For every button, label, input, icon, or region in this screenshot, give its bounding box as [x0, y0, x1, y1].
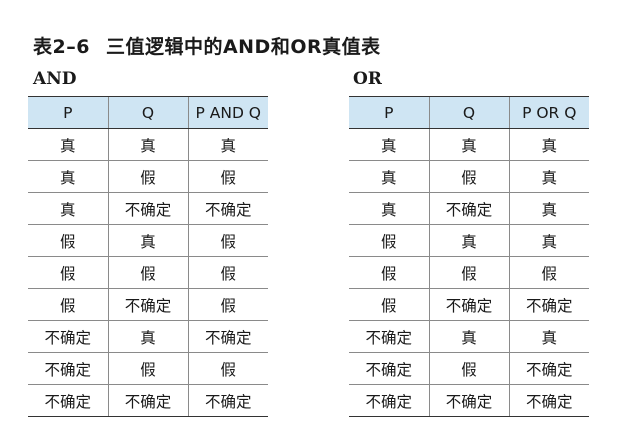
cell-q: 假	[428, 256, 509, 289]
cell-result: 真	[187, 128, 268, 161]
cell-result: 假	[187, 256, 268, 289]
table-row: 真 假 真	[349, 160, 589, 193]
cell-result: 真	[508, 192, 589, 225]
cell-p: 假	[28, 288, 108, 321]
table-row: 真 假 假	[28, 160, 268, 193]
cell-q: 真	[107, 224, 188, 257]
cell-q: 真	[107, 320, 188, 353]
cell-q: 假	[107, 160, 188, 193]
cell-p: 假	[349, 288, 429, 321]
and-table-label: AND	[33, 69, 77, 89]
cell-result: 不确定	[187, 384, 268, 417]
cell-p: 不确定	[349, 352, 429, 385]
cell-p: 真	[349, 160, 429, 193]
cell-result: 假	[187, 160, 268, 193]
cell-p: 不确定	[28, 320, 108, 353]
or-header-result: P OR Q	[508, 96, 589, 129]
cell-result: 假	[187, 352, 268, 385]
table-row: 假 假 假	[28, 256, 268, 289]
cell-q: 不确定	[107, 384, 188, 417]
cell-p: 不确定	[28, 352, 108, 385]
table-row: 不确定 真 不确定	[28, 320, 268, 353]
cell-p: 不确定	[349, 320, 429, 353]
table-row: 真 不确定 真	[349, 192, 589, 225]
table-row: 假 真 假	[28, 224, 268, 257]
cell-result: 不确定	[508, 384, 589, 417]
cell-q: 不确定	[107, 288, 188, 321]
cell-q: 真	[428, 320, 509, 353]
table-row: 假 真 真	[349, 224, 589, 257]
and-header-row: P Q P AND Q	[28, 96, 268, 129]
table-row: 假 假 假	[349, 256, 589, 289]
table-row: 不确定 假 不确定	[349, 352, 589, 385]
table-row: 假 不确定 假	[28, 288, 268, 321]
cell-q: 不确定	[428, 288, 509, 321]
cell-p: 假	[349, 224, 429, 257]
cell-p: 不确定	[28, 384, 108, 417]
cell-q: 假	[107, 352, 188, 385]
cell-q: 假	[107, 256, 188, 289]
cell-q: 真	[428, 128, 509, 161]
or-table-label: OR	[353, 69, 382, 89]
table-row: 假 不确定 不确定	[349, 288, 589, 321]
table-row: 不确定 真 真	[349, 320, 589, 353]
cell-p: 真	[349, 192, 429, 225]
cell-result: 真	[508, 224, 589, 257]
or-header-row: P Q P OR Q	[349, 96, 589, 129]
cell-result: 假	[187, 288, 268, 321]
or-truth-table: P Q P OR Q 真 真 真 真 假 真 真 不确定 真 假 真 真 假 假…	[349, 96, 589, 417]
cell-result: 不确定	[508, 288, 589, 321]
table-row: 不确定 假 假	[28, 352, 268, 385]
cell-result: 真	[508, 128, 589, 161]
cell-q: 假	[428, 160, 509, 193]
cell-result: 不确定	[187, 192, 268, 225]
cell-p: 不确定	[349, 384, 429, 417]
and-header-p: P	[28, 96, 108, 129]
cell-result: 假	[187, 224, 268, 257]
or-header-q: Q	[428, 96, 509, 129]
table-row: 不确定 不确定 不确定	[28, 384, 268, 417]
cell-result: 真	[508, 160, 589, 193]
cell-p: 假	[28, 256, 108, 289]
table-caption: 表2–6 三值逻辑中的AND和OR真值表	[33, 32, 381, 59]
and-truth-table: P Q P AND Q 真 真 真 真 假 假 真 不确定 不确定 假 真 假 …	[28, 96, 268, 417]
cell-result: 真	[508, 320, 589, 353]
cell-q: 不确定	[107, 192, 188, 225]
cell-q: 不确定	[428, 384, 509, 417]
cell-p: 假	[349, 256, 429, 289]
table-row: 真 真 真	[349, 128, 589, 161]
caption-title: 三值逻辑中的AND和OR真值表	[105, 36, 381, 58]
table-row: 真 真 真	[28, 128, 268, 161]
cell-q: 不确定	[428, 192, 509, 225]
cell-result: 不确定	[187, 320, 268, 353]
cell-result: 假	[508, 256, 589, 289]
cell-q: 假	[428, 352, 509, 385]
cell-p: 真	[349, 128, 429, 161]
cell-p: 真	[28, 192, 108, 225]
or-header-p: P	[349, 96, 429, 129]
cell-q: 真	[428, 224, 509, 257]
cell-p: 真	[28, 128, 108, 161]
and-header-q: Q	[107, 96, 188, 129]
cell-q: 真	[107, 128, 188, 161]
table-row: 不确定 不确定 不确定	[349, 384, 589, 417]
cell-result: 不确定	[508, 352, 589, 385]
cell-p: 真	[28, 160, 108, 193]
and-header-result: P AND Q	[187, 96, 268, 129]
cell-p: 假	[28, 224, 108, 257]
caption-number: 表2–6	[33, 36, 90, 58]
table-row: 真 不确定 不确定	[28, 192, 268, 225]
